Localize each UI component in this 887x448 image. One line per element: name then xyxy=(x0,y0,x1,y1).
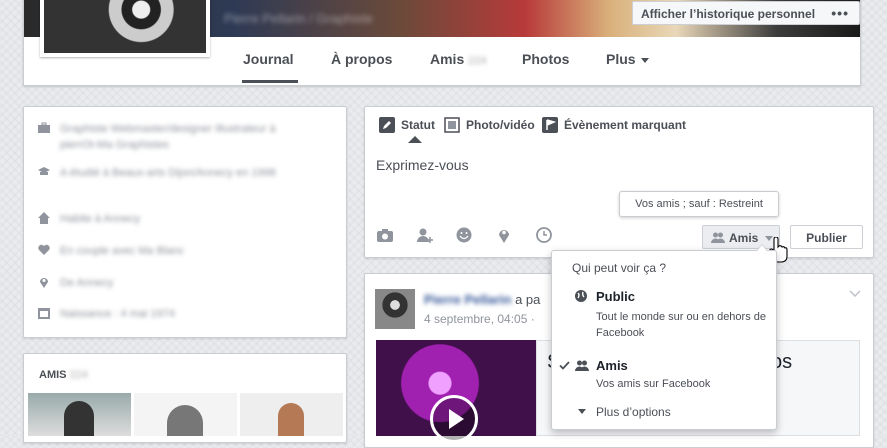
briefcase-icon xyxy=(38,122,50,133)
friends-card-count: 224 xyxy=(69,369,88,381)
composer-tab-photo-video[interactable]: Photo/vidéo xyxy=(444,117,535,133)
intro-item: A étudié à Beaux-arts Dijon/Annecy en 19… xyxy=(38,165,300,181)
tab-friends-label: Amis xyxy=(430,51,465,67)
cover-blurred-text: Pierre Pellarin / Graphiste xyxy=(224,11,373,26)
post-header: Pierre Pellarin a pa xyxy=(424,292,540,307)
active-tab-indicator xyxy=(242,80,298,83)
status-input[interactable]: Exprimez-vous xyxy=(376,157,469,173)
profile-header: Pierre Pellarin / Graphiste Afficher l’h… xyxy=(23,0,861,86)
publish-button[interactable]: Publier xyxy=(790,225,863,249)
pencil-icon xyxy=(379,117,395,133)
heart-icon xyxy=(38,244,50,255)
caret-down-icon xyxy=(578,409,586,414)
intro-item: De Annecy xyxy=(38,275,113,291)
friends-count: 224 xyxy=(468,55,487,67)
friends-card-title[interactable]: AMIS 224 xyxy=(39,369,88,381)
author-avatar[interactable] xyxy=(375,289,415,329)
view-activity-log-button[interactable]: Afficher l’historique personnel ••• xyxy=(632,1,860,25)
active-composer-tab-indicator xyxy=(408,136,422,143)
post-timestamp[interactable]: 4 septembre, 04:05 · xyxy=(424,312,535,326)
check-in-location-icon[interactable] xyxy=(495,227,513,243)
tag-friends-icon[interactable] xyxy=(416,227,434,243)
emoji-icon[interactable] xyxy=(455,227,473,243)
intro-item: Graphiste Webmaster/designer Illustrateu… xyxy=(38,121,300,153)
friend-thumbnail[interactable] xyxy=(28,393,131,436)
friend-thumbnail[interactable] xyxy=(134,393,237,436)
audience-tooltip: Vos amis ; sauf : Restreint xyxy=(619,191,779,217)
post-author-link[interactable]: Pierre Pellarin xyxy=(424,292,511,307)
audience-option-title: Public xyxy=(596,289,636,304)
audience-menu: Qui peut voir ça ? Public Tout le monde … xyxy=(551,244,777,430)
composer-tab-status[interactable]: Statut xyxy=(379,117,435,133)
friends-icon xyxy=(575,360,589,371)
audience-option-description: Vos amis sur Facebook xyxy=(596,378,711,390)
calendar-icon xyxy=(38,308,50,319)
intro-item: En couple avec Ma Blanc xyxy=(38,243,184,259)
tab-more[interactable]: Plus xyxy=(606,51,649,67)
audience-option-description: Tout le monde sur ou en dehors de Facebo… xyxy=(596,311,767,339)
tab-about[interactable]: À propos xyxy=(331,51,392,67)
schedule-clock-icon[interactable] xyxy=(535,227,553,243)
location-pin-icon xyxy=(40,278,48,288)
post-options-chevron-icon[interactable] xyxy=(849,290,861,298)
checkmark-icon xyxy=(559,361,570,370)
intro-item: Naissance : 4 mai 1974 xyxy=(38,306,175,322)
tab-photos[interactable]: Photos xyxy=(522,51,569,67)
audience-menu-header: Qui peut voir ça ? xyxy=(572,261,667,275)
audience-more-options[interactable]: Plus d’options xyxy=(552,403,776,425)
profile-picture[interactable] xyxy=(40,0,210,57)
home-icon xyxy=(38,212,50,224)
audience-option-title: Amis xyxy=(596,358,628,373)
audience-button-label: Amis xyxy=(729,231,759,245)
photo-icon xyxy=(444,117,460,133)
more-options-icon[interactable]: ••• xyxy=(831,5,849,21)
intro-card: Graphiste Webmaster/designer Illustrateu… xyxy=(23,106,347,338)
post-action-text: a pa xyxy=(515,292,541,307)
composer-tab-life-event[interactable]: Évènement marquant xyxy=(542,117,686,133)
chevron-down-icon xyxy=(640,57,649,63)
audience-option-public[interactable]: Public Tout le monde sur ou en dehors de… xyxy=(552,285,776,341)
more-options-label: Plus d’options xyxy=(596,405,671,419)
globe-icon xyxy=(575,290,587,302)
tab-more-label: Plus xyxy=(606,51,636,67)
intro-item: Habite à Annecy xyxy=(38,211,140,227)
history-button-label: Afficher l’historique personnel xyxy=(641,7,816,21)
graduation-cap-icon xyxy=(38,167,50,175)
tab-friends[interactable]: Amis 224 xyxy=(430,51,486,67)
tab-journal[interactable]: Journal xyxy=(243,51,294,67)
audience-option-friends[interactable]: Amis Vos amis sur Facebook xyxy=(552,355,776,397)
camera-icon[interactable] xyxy=(376,227,394,243)
friend-thumbnail[interactable] xyxy=(240,393,343,436)
flag-icon xyxy=(542,117,558,133)
friends-icon xyxy=(711,232,725,243)
